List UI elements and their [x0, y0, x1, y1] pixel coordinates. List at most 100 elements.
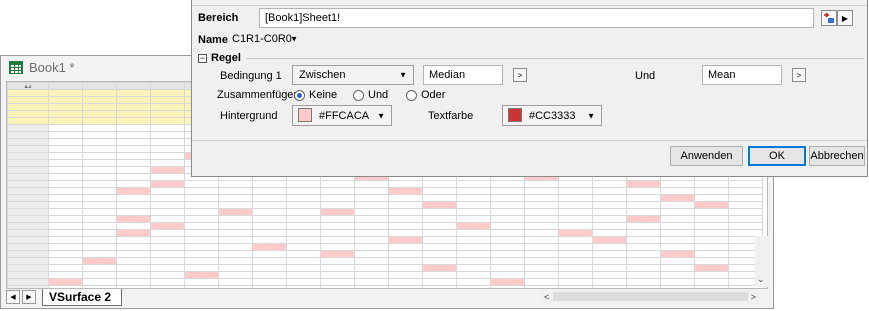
grid-cell[interactable]	[728, 208, 763, 216]
row-header[interactable]	[7, 159, 49, 167]
grid-cell[interactable]	[116, 89, 151, 97]
grid-cell[interactable]	[286, 208, 321, 216]
grid-cell[interactable]	[694, 194, 729, 202]
grid-cell[interactable]	[388, 250, 423, 258]
grid-cell[interactable]	[490, 229, 525, 237]
grid-cell[interactable]	[524, 208, 559, 216]
grid-cell[interactable]	[354, 180, 389, 188]
grid-cell[interactable]	[48, 159, 83, 167]
grid-cell[interactable]	[150, 82, 185, 90]
grid-cell[interactable]	[82, 152, 117, 160]
grid-cell[interactable]	[592, 208, 627, 216]
grid-cell[interactable]	[490, 194, 525, 202]
grid-cell[interactable]	[422, 236, 457, 244]
grid-cell[interactable]	[388, 257, 423, 265]
grid-cell[interactable]	[660, 215, 695, 223]
grid-cell[interactable]	[728, 180, 763, 188]
grid-cell[interactable]	[354, 243, 389, 251]
grid-cell[interactable]	[388, 194, 423, 202]
grid-cell[interactable]	[286, 187, 321, 195]
grid-cell[interactable]	[320, 180, 355, 188]
grid-cell[interactable]	[218, 236, 253, 244]
grid-cell[interactable]	[48, 222, 83, 230]
grid-cell[interactable]	[592, 215, 627, 223]
grid-cell[interactable]	[626, 208, 661, 216]
grid-cell[interactable]	[592, 278, 627, 286]
row-header[interactable]	[7, 180, 49, 188]
grid-cell[interactable]	[184, 201, 219, 209]
scroll-down-icon[interactable]: ⌄	[757, 274, 765, 285]
grid-cell[interactable]	[150, 264, 185, 272]
grid-cell[interactable]	[388, 236, 423, 244]
grid-cell[interactable]	[456, 250, 491, 258]
grid-cell[interactable]	[320, 187, 355, 195]
grid-cell[interactable]	[252, 201, 287, 209]
grid-cell[interactable]	[694, 250, 729, 258]
grid-cell[interactable]	[456, 229, 491, 237]
grid-cell[interactable]	[82, 138, 117, 146]
grid-cell[interactable]	[286, 278, 321, 286]
grid-cell[interactable]	[218, 264, 253, 272]
grid-cell[interactable]	[184, 250, 219, 258]
grid-cell[interactable]	[252, 187, 287, 195]
grid-cell[interactable]	[252, 243, 287, 251]
grid-cell[interactable]	[456, 236, 491, 244]
grid-cell[interactable]	[48, 257, 83, 265]
grid-cell[interactable]	[286, 222, 321, 230]
grid-cell[interactable]	[252, 257, 287, 265]
grid-cell[interactable]	[82, 145, 117, 153]
grid-cell[interactable]	[592, 243, 627, 251]
grid-cell[interactable]	[660, 180, 695, 188]
grid-cell[interactable]	[48, 82, 83, 90]
grid-cell[interactable]	[660, 236, 695, 244]
grid-cell[interactable]	[116, 278, 151, 286]
grid-cell[interactable]	[490, 250, 525, 258]
scroll-left-icon[interactable]: <	[544, 292, 549, 302]
grid-cell[interactable]	[422, 215, 457, 223]
grid-cell[interactable]	[116, 208, 151, 216]
grid-cell[interactable]	[116, 96, 151, 104]
grid-cell[interactable]	[48, 208, 83, 216]
grid-cell[interactable]	[320, 250, 355, 258]
grid-cell[interactable]	[456, 243, 491, 251]
grid-cell[interactable]	[218, 194, 253, 202]
value2-options-button[interactable]: >	[792, 68, 806, 82]
grid-cell[interactable]	[218, 243, 253, 251]
grid-cell[interactable]	[660, 187, 695, 195]
row-header[interactable]	[7, 138, 49, 146]
grid-cell[interactable]	[388, 229, 423, 237]
grid-cell[interactable]	[422, 208, 457, 216]
grid-cell[interactable]	[48, 96, 83, 104]
row-header[interactable]	[7, 173, 49, 181]
grid-cell[interactable]	[524, 257, 559, 265]
row-header[interactable]	[7, 229, 49, 237]
grid-cell[interactable]	[524, 222, 559, 230]
grid-cell[interactable]	[150, 159, 185, 167]
grid-cell[interactable]	[388, 180, 423, 188]
vertical-scrollbar[interactable]: ⌄	[755, 236, 769, 287]
grid-cell[interactable]	[82, 271, 117, 279]
grid-cell[interactable]	[82, 257, 117, 265]
grid-cell[interactable]	[524, 278, 559, 286]
grid-cell[interactable]	[592, 264, 627, 272]
grid-cell[interactable]	[150, 138, 185, 146]
grid-cell[interactable]	[354, 257, 389, 265]
grid-cell[interactable]	[388, 243, 423, 251]
grid-cell[interactable]	[286, 257, 321, 265]
grid-cell[interactable]	[48, 131, 83, 139]
grid-cell[interactable]	[218, 187, 253, 195]
grid-cell[interactable]	[218, 201, 253, 209]
radio-und[interactable]	[353, 90, 364, 101]
grid-cell[interactable]	[354, 194, 389, 202]
value1-options-button[interactable]: >	[513, 68, 527, 82]
grid-cell[interactable]	[184, 222, 219, 230]
grid-cell[interactable]	[626, 215, 661, 223]
grid-cell[interactable]	[116, 138, 151, 146]
row-header[interactable]	[7, 257, 49, 265]
grid-cell[interactable]	[524, 264, 559, 272]
grid-cell[interactable]	[728, 215, 763, 223]
grid-cell[interactable]	[150, 271, 185, 279]
grid-cell[interactable]	[286, 201, 321, 209]
grid-cell[interactable]	[150, 215, 185, 223]
grid-cell[interactable]	[252, 180, 287, 188]
